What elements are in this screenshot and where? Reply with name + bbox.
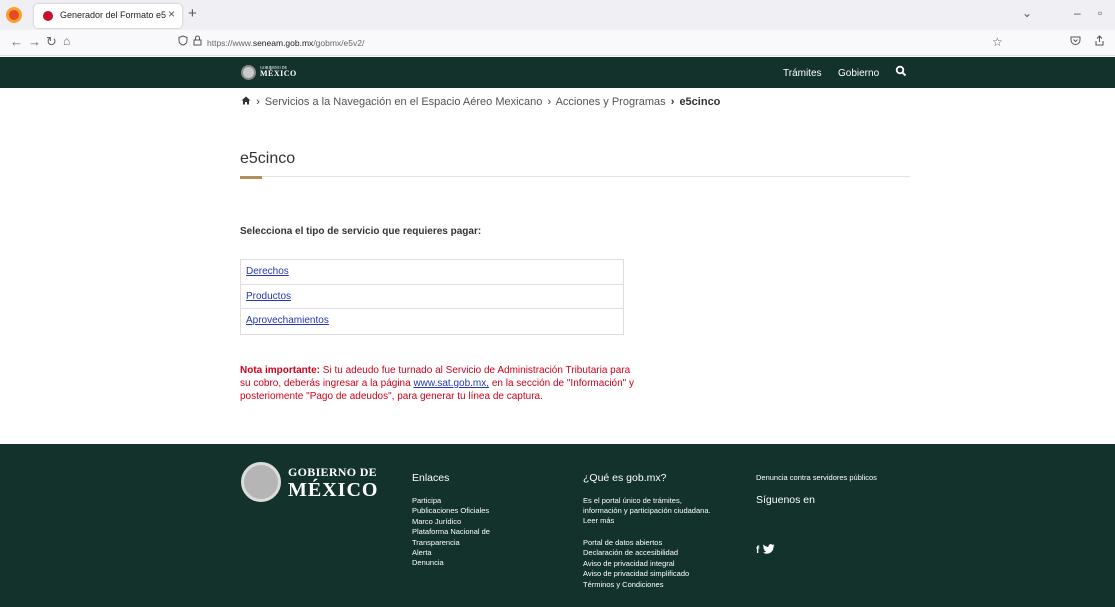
service-link-productos[interactable]: Productos: [246, 291, 291, 302]
nav-gobierno[interactable]: Gobierno: [838, 68, 879, 79]
social-links: f: [756, 541, 775, 559]
home-icon[interactable]: ⌂: [63, 34, 70, 48]
tab-list-icon[interactable]: ⌄: [1022, 6, 1032, 20]
footer-link[interactable]: Participa: [412, 496, 490, 506]
breadcrumb-separator: ›: [670, 96, 675, 108]
minimize-icon[interactable]: –: [1074, 6, 1081, 20]
site-footer: GOBIERNO DE MÉXICO Enlaces Participa Pub…: [0, 444, 1115, 607]
footer-link[interactable]: Marco Jurídico: [412, 517, 490, 527]
forward-icon[interactable]: →: [28, 34, 41, 49]
url-bar[interactable]: https://www.seneam.gob.mx/gobmx/e5v2/: [207, 38, 364, 48]
reload-icon[interactable]: ↻: [46, 34, 57, 50]
footer-link[interactable]: Términos y Condiciones: [583, 580, 689, 590]
footer-link[interactable]: Aviso de privacidad integral: [583, 559, 689, 569]
note-label: Nota importante:: [240, 365, 320, 376]
lock-icon[interactable]: [193, 35, 202, 49]
mexico-seal-icon: [241, 65, 256, 80]
back-icon[interactable]: ←: [10, 34, 23, 49]
firefox-menu-icon[interactable]: [6, 7, 22, 23]
browser-tab[interactable]: Generador del Formato e5 ×: [34, 4, 182, 28]
que-es-text: Es el portal único de trámites, informac…: [583, 496, 711, 525]
breadcrumb-item[interactable]: Servicios a la Navegación en el Espacio …: [265, 96, 543, 108]
tab-title: Generador del Formato e5: [60, 10, 167, 20]
table-row: Productos: [241, 285, 623, 310]
table-row: Aprovechamientos: [241, 309, 623, 334]
service-link-aprovechamientos[interactable]: Aprovechamientos: [246, 315, 329, 326]
footer-link[interactable]: Portal de datos abiertos: [583, 538, 689, 548]
facebook-icon[interactable]: f: [756, 545, 759, 556]
footer-link[interactable]: Publicaciones Oficiales: [412, 506, 490, 516]
home-icon[interactable]: [241, 96, 251, 108]
nav-tramites[interactable]: Trámites: [783, 68, 822, 79]
gobierno-logo[interactable]: GOBIERNO DE MÉXICO: [260, 66, 297, 78]
search-icon[interactable]: [895, 64, 907, 82]
tab-favicon-icon: [43, 11, 53, 21]
page-title: e5cinco: [240, 150, 296, 167]
title-divider: [240, 176, 910, 177]
footer-link[interactable]: Transparencia: [412, 538, 490, 548]
pocket-icon[interactable]: [1070, 35, 1081, 49]
twitter-icon[interactable]: [763, 541, 775, 559]
breadcrumb-separator: ›: [256, 96, 260, 108]
shield-icon[interactable]: [178, 35, 188, 49]
enlaces-heading: Enlaces: [412, 472, 450, 484]
footer-logo: GOBIERNO DE MÉXICO: [288, 465, 379, 501]
breadcrumb-current: e5cinco: [679, 96, 721, 108]
service-link-derechos[interactable]: Derechos: [246, 266, 289, 277]
title-accent-bar: [240, 176, 262, 179]
footer-link[interactable]: Denuncia: [412, 558, 490, 568]
browser-nav-bar: ← → ↻ ⌂ https://www.seneam.gob.mx/gobmx/…: [0, 30, 1115, 56]
footer-link[interactable]: Declaración de accesibilidad: [583, 548, 689, 558]
mexico-seal-icon: [241, 462, 281, 502]
new-tab-button[interactable]: +: [188, 5, 197, 22]
bookmark-star-icon[interactable]: ☆: [992, 35, 1003, 49]
breadcrumb-separator: ›: [547, 96, 552, 108]
important-note: Nota importante: Si tu adeudo fue turnad…: [240, 365, 634, 402]
siguenos-heading: Síguenos en: [756, 494, 815, 506]
que-es-list: Portal de datos abiertos Declaración de …: [583, 538, 689, 590]
breadcrumb: › Servicios a la Navegación en el Espaci…: [241, 96, 720, 108]
footer-link[interactable]: Plataforma Nacional de: [412, 527, 490, 537]
service-table: Derechos Productos Aprovechamientos: [240, 259, 624, 335]
footer-link[interactable]: Aviso de privacidad simplificado: [583, 569, 689, 579]
sat-link[interactable]: www.sat.gob.mx,: [413, 378, 489, 389]
footer-link[interactable]: Alerta: [412, 548, 490, 558]
breadcrumb-item[interactable]: Acciones y Programas: [556, 96, 666, 108]
browser-tab-bar: Generador del Formato e5 × + ⌄ – ▫: [0, 0, 1115, 30]
maximize-icon[interactable]: ▫: [1098, 6, 1102, 20]
tab-close-icon[interactable]: ×: [168, 7, 175, 21]
share-icon[interactable]: [1094, 35, 1105, 49]
que-es-heading: ¿Qué es gob.mx?: [583, 472, 667, 484]
enlaces-list: Participa Publicaciones Oficiales Marco …: [412, 496, 490, 569]
service-prompt: Selecciona el tipo de servicio que requi…: [240, 226, 482, 237]
denuncia-link[interactable]: Denuncia contra servidores públicos: [756, 473, 877, 483]
site-header: GOBIERNO DE MÉXICO Trámites Gobierno: [0, 57, 1115, 88]
table-row: Derechos: [241, 260, 623, 285]
